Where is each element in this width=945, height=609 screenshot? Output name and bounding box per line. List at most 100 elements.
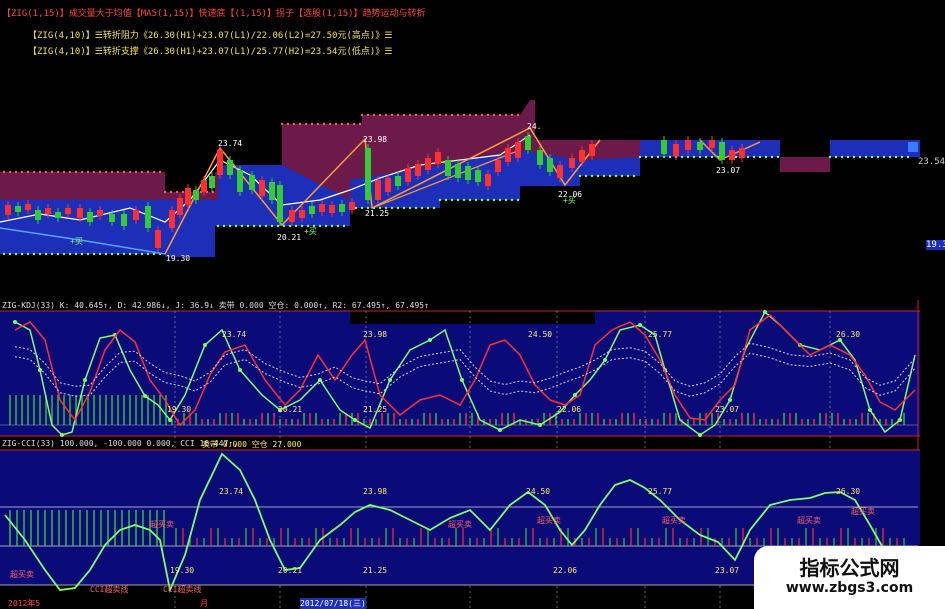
support-dot [656, 155, 660, 159]
support-dot [462, 113, 466, 117]
support-dot [175, 190, 179, 194]
candle-body [259, 180, 265, 196]
candle-body [739, 148, 745, 158]
support-dot [216, 224, 220, 228]
support-dot [330, 224, 334, 228]
candle-body [385, 178, 391, 192]
cci-note: 超买卖 [10, 570, 34, 579]
kdj-k-point [13, 320, 17, 324]
support-dot [222, 224, 226, 228]
kdj-tag: 22.06 [557, 405, 582, 414]
support-dot [38, 252, 42, 256]
kdj-tag: 20.21 [278, 405, 303, 414]
support-dot [510, 113, 514, 117]
support-dot [516, 198, 520, 202]
support-dot [444, 198, 448, 202]
price-label: 20.21 [277, 233, 302, 242]
kdj-k-point [83, 378, 87, 382]
support-dot [288, 224, 292, 228]
support-dot [134, 170, 138, 174]
support-dot [14, 252, 18, 256]
support-dot [354, 206, 358, 210]
support-dot [510, 198, 514, 202]
candle-body [395, 176, 401, 186]
candle-body [365, 148, 371, 200]
support-dot [504, 113, 508, 117]
candle-body [709, 140, 715, 148]
support-dot [864, 155, 868, 159]
support-dot [304, 122, 308, 126]
support-dot [468, 113, 472, 117]
support-dot [894, 155, 898, 159]
support-dot [128, 252, 132, 256]
support-dot [280, 122, 284, 126]
kdj-k-point [763, 310, 767, 314]
candle-body [685, 140, 691, 150]
band-end-marker [908, 142, 918, 152]
cci-note: 超买卖 [851, 507, 875, 516]
kdj-k-point [143, 394, 147, 398]
support-dot [276, 224, 280, 228]
kdj-k-point [573, 393, 577, 397]
kdj-title: ZIG-KDJ(33) K: 40.645↑, D: 42.986↓, J: 3… [2, 301, 429, 310]
support-dot [480, 113, 484, 117]
right-axis-label: 23.54 [918, 157, 945, 167]
price-label: 24. [527, 122, 542, 131]
support-dot [504, 198, 508, 202]
candle-body [121, 214, 127, 226]
cci-note: 超买卖 [662, 516, 686, 525]
support-dot [366, 113, 370, 117]
support-dot [516, 113, 520, 117]
support-dot [8, 170, 12, 174]
support-dot [746, 155, 750, 159]
support-dot [32, 252, 36, 256]
support-dot [282, 224, 286, 228]
support-dot [234, 224, 238, 228]
candle-body [515, 142, 521, 158]
support-dot [146, 170, 150, 174]
candle-body [209, 176, 215, 188]
support-dot [602, 174, 606, 178]
candle-body [299, 210, 305, 218]
support-dot [346, 122, 350, 126]
support-dot [852, 155, 856, 159]
support-dot [456, 198, 460, 202]
support-dot [74, 170, 78, 174]
support-dot [110, 170, 114, 174]
support-dot [318, 224, 322, 228]
candle-body [87, 212, 93, 222]
support-dot [122, 170, 126, 174]
support-dot [480, 198, 484, 202]
candle-body [97, 210, 103, 216]
candle-body [329, 205, 335, 213]
support-dot [846, 155, 850, 159]
support-dot [116, 170, 120, 174]
candle-body [155, 230, 161, 248]
candle-body [719, 142, 725, 160]
candle-body [185, 188, 191, 205]
support-dot [146, 252, 150, 256]
kdj-tag: 25.77 [648, 330, 673, 339]
support-dot [26, 252, 30, 256]
support-dot [140, 170, 144, 174]
candle-body [661, 140, 667, 154]
support-dot [300, 224, 304, 228]
support-dot [408, 206, 412, 210]
candle-body [177, 198, 183, 215]
candle-body [65, 208, 71, 214]
kdj-k-point [238, 368, 242, 372]
support-dot [56, 252, 60, 256]
candle-body [673, 144, 679, 156]
candle-body [425, 158, 431, 170]
support-dot [492, 113, 496, 117]
candle-body [269, 182, 275, 200]
support-dot [240, 224, 244, 228]
kdj-k-point [318, 378, 322, 382]
kdj-tag: 21.25 [363, 405, 388, 414]
cci-note: 超买卖 [797, 516, 821, 525]
support-dot [486, 198, 490, 202]
support-dot [98, 252, 102, 256]
kdj-k-point [603, 358, 607, 362]
support-dot [163, 190, 167, 194]
support-dot [322, 122, 326, 126]
